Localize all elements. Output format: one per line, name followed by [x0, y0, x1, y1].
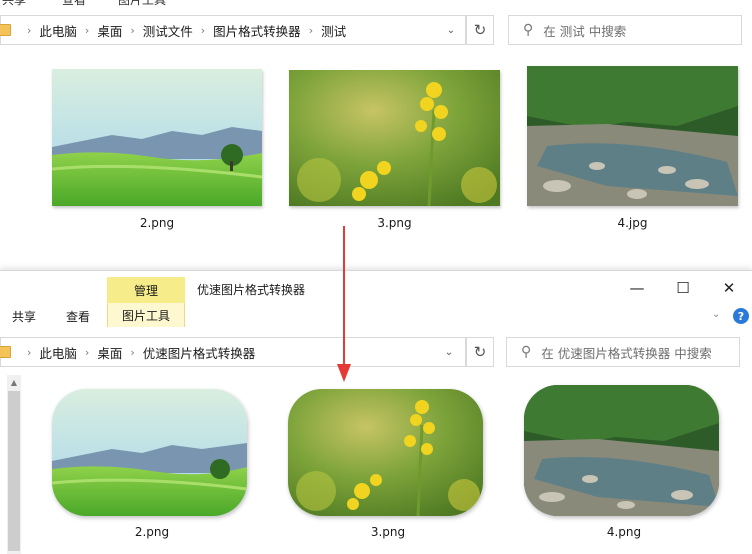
- meadow-image: [52, 389, 247, 516]
- vertical-scrollbar[interactable]: ▲: [7, 375, 21, 554]
- chevron-right-icon[interactable]: ›: [85, 24, 89, 37]
- top-strip: 共享 查看 图片工具: [0, 0, 752, 10]
- chevron-right-icon[interactable]: ›: [309, 24, 313, 37]
- breadcrumb-test[interactable]: 测试: [321, 21, 346, 40]
- meadow-image: [52, 69, 262, 206]
- thumbnail-flower-rounded[interactable]: [288, 389, 483, 516]
- thumbnail-flower[interactable]: [289, 70, 500, 206]
- search-placeholder: 在 优速图片格式转换器 中搜索: [541, 345, 712, 361]
- address-row: › 此电脑 › 桌面 › 测试文件 › 图片格式转换器 › 测试 ⌄ ↻ ⚲ 在…: [0, 15, 752, 45]
- refresh-icon[interactable]: ↻: [466, 15, 494, 45]
- file-name: 2.png: [134, 525, 170, 539]
- thumbnail-meadow-rounded[interactable]: [52, 389, 247, 516]
- refresh-icon[interactable]: ↻: [466, 337, 494, 367]
- maximize-button[interactable]: ☐: [668, 276, 698, 300]
- help-icon[interactable]: ?: [733, 308, 749, 324]
- file-name: 3.png: [370, 525, 406, 539]
- thumbnail-river-rounded[interactable]: [524, 385, 719, 516]
- tab-share[interactable]: 共享: [12, 305, 36, 327]
- breadcrumb-desktop[interactable]: 桌面: [97, 343, 122, 362]
- tab-view[interactable]: 查看: [66, 305, 90, 327]
- minimize-button[interactable]: —: [622, 276, 652, 300]
- river-image: [524, 385, 719, 516]
- thumbnail-river[interactable]: [527, 66, 738, 206]
- search-input[interactable]: ⚲ 在 优速图片格式转换器 中搜索: [506, 337, 740, 367]
- scroll-up-icon[interactable]: ▲: [7, 375, 21, 389]
- context-tab-manage[interactable]: 管理: [107, 277, 185, 303]
- folder-icon: [0, 24, 11, 36]
- address-bar[interactable]: › 此电脑 › 桌面 › 优速图片格式转换器: [0, 337, 466, 367]
- explorer-window-test: 共享 查看 图片工具 › 此电脑 › 桌面 › 测试文件 › 图片格式转换器 ›…: [0, 0, 752, 276]
- chevron-right-icon: ›: [27, 345, 32, 359]
- search-icon: ⚲: [523, 22, 534, 38]
- chevron-down-icon[interactable]: ⌄: [712, 309, 720, 320]
- chevron-right-icon[interactable]: ›: [201, 24, 205, 37]
- folder-icon: [0, 346, 11, 358]
- address-row: › 此电脑 › 桌面 › 优速图片格式转换器 ⌄ ↻ ⚲ 在 优速图片格式转换器…: [0, 337, 752, 367]
- breadcrumb-desktop[interactable]: 桌面: [97, 21, 122, 40]
- search-placeholder: 在 测试 中搜索: [543, 23, 627, 39]
- breadcrumb-test-files[interactable]: 测试文件: [143, 21, 193, 40]
- ribbon: 管理 图片工具 共享 查看 优速图片格式转换器 — ☐ ✕ ⌄ ?: [0, 271, 752, 331]
- file-name: 4.png: [606, 525, 642, 539]
- strip-fragment: 图片工具: [118, 0, 167, 7]
- thumbnail-meadow[interactable]: [52, 69, 262, 206]
- river-image: [527, 66, 738, 206]
- chevron-right-icon[interactable]: ›: [85, 346, 89, 359]
- file-name: 3.png: [377, 216, 412, 230]
- close-button[interactable]: ✕: [714, 276, 744, 300]
- scrollbar-thumb[interactable]: [8, 391, 20, 551]
- address-bar[interactable]: › 此电脑 › 桌面 › 测试文件 › 图片格式转换器 › 测试: [0, 15, 466, 45]
- chevron-right-icon: ›: [27, 23, 32, 37]
- strip-fragment: 共享: [2, 0, 27, 7]
- strip-fragment: 查看: [62, 0, 87, 7]
- file-name: 4.jpg: [617, 216, 648, 230]
- chevron-right-icon[interactable]: ›: [130, 24, 134, 37]
- window-title: 优速图片格式转换器: [197, 283, 306, 297]
- flower-image: [289, 70, 500, 206]
- chevron-down-icon[interactable]: ⌄: [440, 15, 462, 45]
- breadcrumb-converter[interactable]: 优速图片格式转换器: [143, 343, 256, 362]
- breadcrumb-converter[interactable]: 图片格式转换器: [213, 21, 301, 40]
- breadcrumb-this-pc[interactable]: 此电脑: [39, 21, 77, 40]
- search-icon: ⚲: [521, 344, 532, 360]
- breadcrumb-this-pc[interactable]: 此电脑: [39, 343, 77, 362]
- search-input[interactable]: ⚲ 在 测试 中搜索: [508, 15, 742, 45]
- tab-picture-tools[interactable]: 图片工具: [107, 303, 185, 327]
- explorer-window-converter: 管理 图片工具 共享 查看 优速图片格式转换器 — ☐ ✕ ⌄ ? › 此电脑 …: [0, 270, 752, 554]
- chevron-down-icon[interactable]: ⌄: [438, 337, 460, 367]
- file-name: 2.png: [139, 216, 175, 230]
- flower-image: [288, 389, 483, 516]
- chevron-right-icon[interactable]: ›: [130, 346, 134, 359]
